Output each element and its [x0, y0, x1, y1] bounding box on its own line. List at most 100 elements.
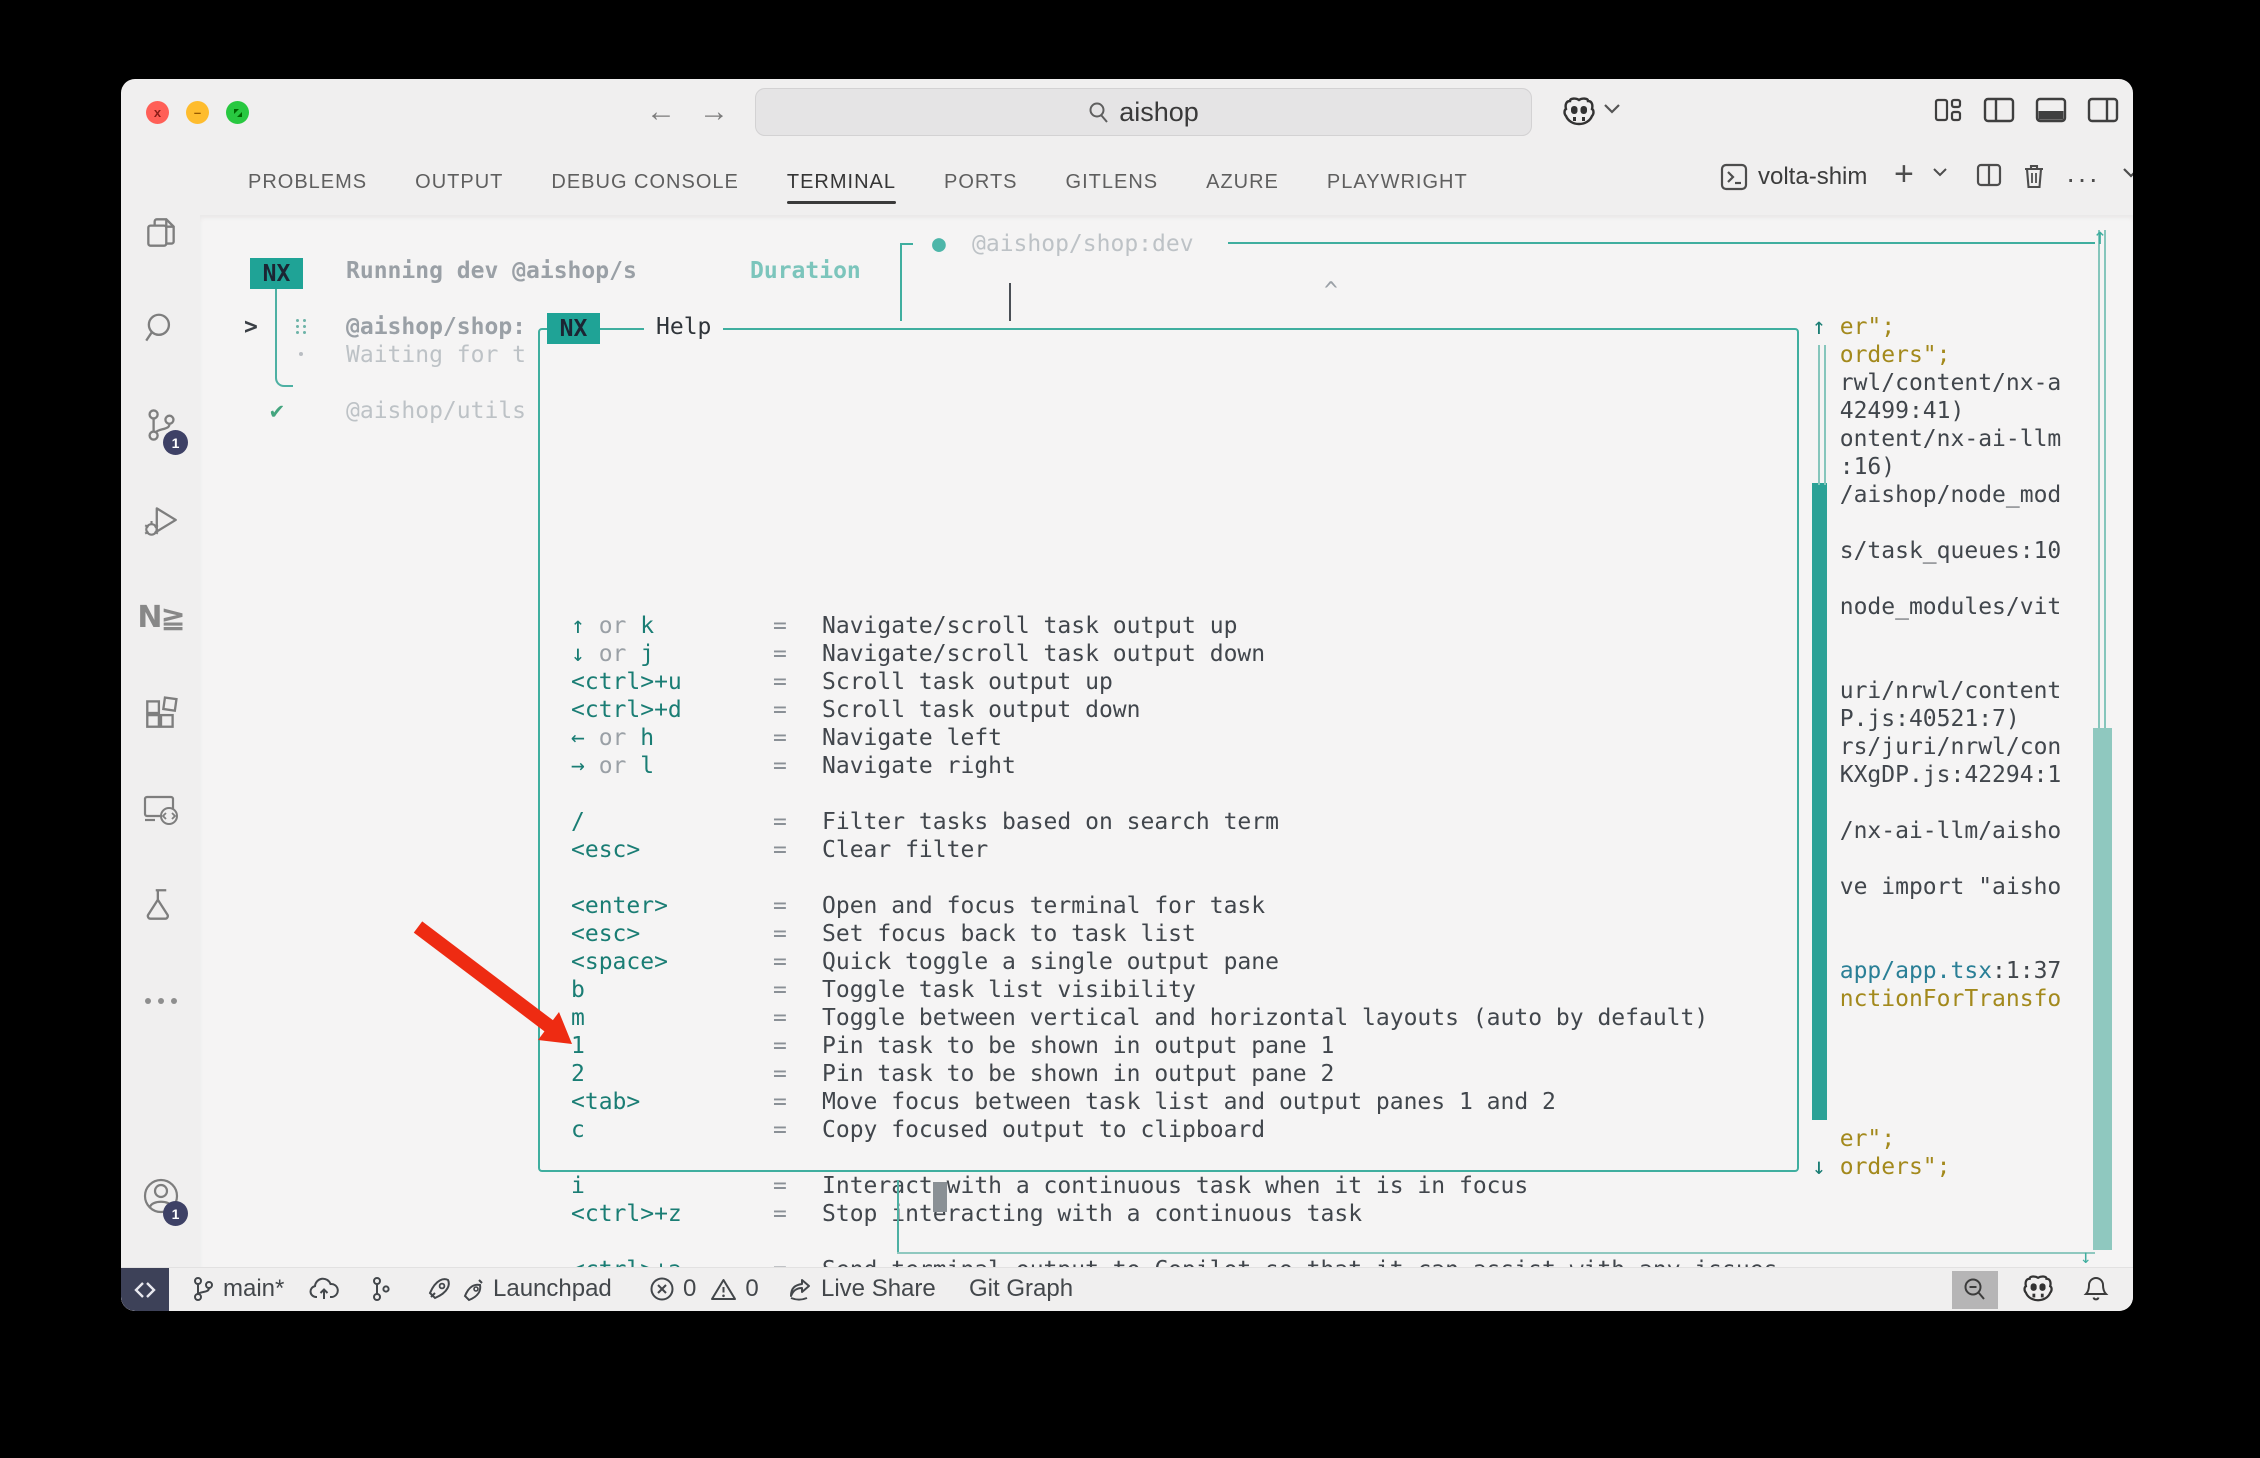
- shortcut-key: <space>: [571, 948, 668, 976]
- output-text-line: app/app.tsx:1:37: [1812, 957, 2061, 985]
- output-pane-border-left: [900, 243, 902, 321]
- scm-badge: 1: [163, 430, 188, 455]
- navigate-back-button[interactable]: ←: [646, 95, 676, 129]
- warning-count: 0: [745, 1275, 758, 1303]
- equals-sign: =: [773, 976, 787, 1004]
- toggle-primary-sidebar-button[interactable]: [1983, 97, 2015, 123]
- equals-sign: =: [773, 696, 787, 724]
- shortcut-description: Navigate/scroll task output down: [822, 640, 1265, 668]
- output-scrollbar-thumb-dark[interactable]: [1812, 483, 1827, 1120]
- bottom-scrollbar-thumb[interactable]: [933, 1182, 947, 1212]
- copilot-status-button[interactable]: [2023, 1268, 2055, 1310]
- ellipsis-icon: ···: [2066, 163, 2100, 195]
- output-text-line: 42499:41): [1812, 397, 1964, 425]
- sidebar-item-more-views[interactable]: [121, 969, 200, 1033]
- panel-icon: [2035, 97, 2067, 123]
- launchpad-status-item[interactable]: Launchpad: [425, 1268, 612, 1310]
- live-share-status-item[interactable]: Live Share: [786, 1268, 936, 1310]
- sidebar-item-source-control[interactable]: 1: [121, 393, 200, 457]
- panel-tab-terminal[interactable]: TERMINAL: [787, 165, 896, 200]
- output-text-line: /nx-ai-llm/aisho: [1812, 817, 2061, 845]
- git-graph-status-item[interactable]: Git Graph: [969, 1268, 1073, 1310]
- task-expand-chevron[interactable]: >: [244, 313, 258, 341]
- accounts-button[interactable]: 1: [121, 1164, 200, 1228]
- terminal-scrollbar-thumb[interactable]: [2093, 728, 2112, 1250]
- task-name-shop[interactable]: @aishop/shop:: [346, 313, 526, 341]
- shortcut-key: b: [571, 976, 585, 1004]
- sidebar-item-search[interactable]: [121, 297, 200, 361]
- scroll-up-indicator: ↑: [2093, 223, 2107, 251]
- toggle-panel-button[interactable]: [2035, 97, 2067, 123]
- output-text-line: s/task_queues:10: [1812, 537, 2061, 565]
- chevron-down-icon[interactable]: [1603, 103, 1621, 115]
- zoom-out-icon: [1962, 1277, 1988, 1303]
- split-terminal-button[interactable]: [1976, 163, 2002, 187]
- panel-tab-debug-console[interactable]: DEBUG CONSOLE: [551, 165, 738, 200]
- sidebar-item-run-debug[interactable]: [121, 489, 200, 553]
- ellipsis-icon: [143, 996, 179, 1006]
- panel-more-actions-button[interactable]: ···: [2066, 163, 2100, 195]
- panel-tab-output[interactable]: OUTPUT: [415, 165, 503, 200]
- copilot-menu-button[interactable]: [1563, 97, 1597, 127]
- panel-tab-azure[interactable]: AZURE: [1206, 165, 1279, 200]
- zoom-window-button[interactable]: [226, 101, 249, 124]
- shortcut-description: Navigate left: [822, 724, 1002, 752]
- equals-sign: =: [773, 1088, 787, 1116]
- commit-graph-icon: [369, 1275, 391, 1303]
- search-value: aishop: [1119, 97, 1199, 128]
- shortcut-description: Move focus between task list and output …: [822, 1088, 1556, 1116]
- shell-name: volta-shim: [1758, 163, 1867, 191]
- branch-status-item[interactable]: main*: [191, 1268, 284, 1310]
- remote-indicator[interactable]: [121, 1268, 169, 1311]
- panel-tab-ports[interactable]: PORTS: [944, 165, 1018, 200]
- terminal-instance-selector[interactable]: volta-shim: [1720, 163, 1867, 191]
- task-runner-header: Running dev @aishop/s: [346, 257, 637, 285]
- shortcut-key: 1: [571, 1032, 585, 1060]
- customize-layout-button[interactable]: [1933, 97, 1963, 123]
- panel-tab-playwright[interactable]: PLAYWRIGHT: [1327, 165, 1468, 200]
- explorer-icon: [142, 214, 180, 252]
- output-task-title[interactable]: @aishop/shop:dev: [972, 230, 1194, 258]
- new-terminal-button[interactable]: +: [1894, 155, 1914, 194]
- shortcut-key: i: [571, 1172, 585, 1200]
- task-name-utils[interactable]: @aishop/utils: [346, 397, 526, 425]
- output-text-line: KXgDP.js:42294:1: [1812, 761, 2061, 789]
- output-pane-border-corner: [900, 243, 913, 245]
- quit-help-hint: quit: q help: ?: [643, 1237, 975, 1265]
- terminal-pane[interactable]: NX Running dev @aishop/s Duration > @ais…: [200, 215, 2133, 1268]
- help-nx-badge: NX: [547, 313, 600, 344]
- help-shortcut-row: <esc>=Set focus back to task list: [200, 920, 2133, 948]
- minimize-window-button[interactable]: –: [186, 101, 209, 124]
- zoom-status-button[interactable]: [1952, 1271, 1998, 1309]
- hide-panel-chevron[interactable]: [2122, 167, 2133, 179]
- output-text-line: rs/juri/nrwl/con: [1812, 733, 2061, 761]
- command-center-search[interactable]: aishop: [755, 88, 1532, 136]
- live-share-icon: [786, 1276, 813, 1303]
- kill-terminal-button[interactable]: [2022, 163, 2046, 190]
- notifications-button[interactable]: [2083, 1268, 2109, 1310]
- sidebar-item-explorer[interactable]: [121, 201, 200, 265]
- search-icon: [1088, 101, 1110, 123]
- toggle-secondary-sidebar-button[interactable]: [2087, 97, 2119, 123]
- equals-sign: =: [773, 640, 787, 668]
- equals-sign: =: [773, 948, 787, 976]
- shortcut-key: ↑ or k: [571, 612, 654, 640]
- close-window-button[interactable]: x: [146, 101, 169, 124]
- terminal-launch-profile-chevron[interactable]: [1932, 167, 1948, 178]
- shortcut-key: <ctrl>+d: [571, 696, 682, 724]
- navigate-forward-button[interactable]: →: [699, 95, 729, 129]
- commit-graph-button[interactable]: [369, 1268, 391, 1310]
- warning-count-icon: [710, 1277, 737, 1302]
- equals-sign: =: [773, 1172, 787, 1200]
- sidebar-item-remote-explorer[interactable]: [121, 777, 200, 841]
- sidebar-item-testing[interactable]: [121, 873, 200, 937]
- problems-status-item[interactable]: 0 0: [649, 1268, 759, 1310]
- panel-tab-problems[interactable]: PROBLEMS: [248, 165, 367, 200]
- sidebar-item-extensions[interactable]: [121, 681, 200, 745]
- sync-changes-button[interactable]: [309, 1268, 339, 1310]
- output-text-line: ontent/nx-ai-llm: [1812, 425, 2061, 453]
- output-text-line: rwl/content/nx-a: [1812, 369, 2061, 397]
- panel-tab-gitlens[interactable]: GITLENS: [1066, 165, 1159, 200]
- sidebar-item-nx-console[interactable]: N≧: [121, 585, 200, 649]
- accounts-badge: 1: [163, 1201, 188, 1226]
